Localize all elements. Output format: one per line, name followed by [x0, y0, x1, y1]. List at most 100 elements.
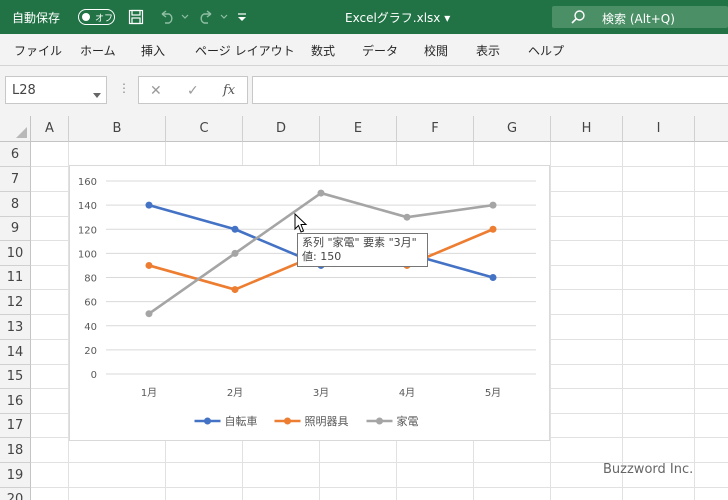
x-tick-label: 3月 [313, 387, 329, 399]
autosave-state: オフ [95, 14, 114, 24]
name-box[interactable]: L28 [5, 76, 107, 104]
tab-home[interactable]: ホーム [80, 42, 116, 59]
column-header[interactable]: G [474, 116, 551, 142]
column-header[interactable]: B [69, 116, 166, 142]
y-tick-label: 20 [84, 346, 97, 357]
row-header[interactable]: 17 [0, 414, 31, 438]
column-header[interactable]: H [551, 116, 623, 142]
legend-marker [204, 417, 211, 425]
redo-icon[interactable] [195, 8, 217, 26]
legend-label: 家電 [397, 414, 419, 428]
tab-formulas[interactable]: 数式 [311, 42, 335, 59]
file-name-text: Excelグラフ.xlsx [345, 11, 441, 25]
row-header[interactable]: 20 [0, 488, 31, 500]
formula-buttons: ✕ ✓ fx [138, 76, 248, 104]
data-point [231, 286, 239, 294]
mouse-cursor-icon [294, 213, 308, 233]
column-header[interactable]: E [320, 116, 397, 142]
data-point [317, 189, 325, 197]
y-tick-label: 0 [91, 370, 97, 381]
row-header[interactable]: 19 [0, 463, 31, 488]
data-point [145, 261, 153, 269]
more-options-icon[interactable]: ⋮ [118, 81, 130, 95]
column-header[interactable] [695, 116, 728, 142]
formula-bar: L28 ⋮ ✕ ✓ fx [0, 66, 728, 116]
autosave-label: 自動保存 [12, 11, 61, 25]
data-point [489, 274, 497, 281]
legend-label: 照明器具 [305, 415, 349, 428]
x-tick-label: 4月 [399, 387, 415, 399]
chevron-down-icon[interactable] [93, 87, 101, 101]
tab-insert[interactable]: 挿入 [141, 42, 165, 59]
formula-input[interactable] [252, 76, 728, 104]
tab-view[interactable]: 表示 [476, 42, 500, 59]
tab-page-layout[interactable]: ページ レイアウト [195, 42, 295, 59]
chart-plot: 0 20 40 60 80 100 120 140 160 1月 2月 3月 4月 5月自転車 照明器具 家電 [78, 177, 536, 428]
column-header[interactable]: C [166, 116, 243, 142]
y-tick-label: 60 [84, 298, 97, 309]
search-box[interactable]: 検索 (Alt+Q) [552, 6, 728, 28]
data-point [489, 201, 497, 209]
save-icon[interactable] [126, 8, 146, 26]
row-header[interactable]: 6 [0, 142, 31, 167]
file-name[interactable]: Excelグラフ.xlsx ▾ [345, 9, 450, 26]
column-header[interactable]: I [623, 116, 695, 142]
title-bar: 自動保存 オフ Excelグラフ.xlsx ▾ 検索 (Alt+Q) [0, 0, 728, 34]
row-header[interactable]: 15 [0, 365, 31, 389]
customize-icon[interactable] [236, 8, 248, 26]
row-header[interactable]: 8 [0, 192, 31, 217]
tooltip-line-2: 値: 150 [302, 250, 342, 263]
row-header[interactable]: 7 [0, 167, 31, 192]
legend-label: 自転車 [225, 414, 258, 428]
undo-dropdown-icon[interactable] [180, 8, 190, 26]
column-header[interactable]: A [31, 116, 69, 142]
tab-help[interactable]: ヘルプ [528, 42, 564, 59]
tab-review[interactable]: 校閲 [424, 42, 448, 59]
y-tick-label: 160 [78, 177, 97, 188]
y-tick-label: 140 [78, 201, 97, 212]
gridline [694, 142, 695, 500]
data-point [231, 249, 239, 257]
y-tick-label: 40 [84, 322, 97, 333]
watermark: Buzzword Inc. [603, 462, 694, 477]
y-tick-label: 120 [78, 225, 97, 236]
tab-data[interactable]: データ [362, 42, 398, 59]
enter-icon[interactable]: ✓ [187, 83, 199, 99]
row-header[interactable]: 18 [0, 438, 31, 463]
select-all-button[interactable] [0, 116, 31, 142]
row-header[interactable]: 12 [0, 290, 31, 315]
tab-file[interactable]: ファイル [14, 42, 62, 59]
row-header[interactable]: 10 [0, 241, 31, 266]
row-header[interactable]: 13 [0, 315, 31, 340]
toggle-knob [82, 13, 90, 21]
legend-marker [284, 417, 291, 425]
line-chart[interactable]: 0 20 40 60 80 100 120 140 160 1月 2月 3月 4月 5月自転車 照明器具 家電 [69, 165, 550, 441]
row-header[interactable]: 14 [0, 340, 31, 365]
redo-dropdown-icon[interactable] [219, 8, 229, 26]
column-header[interactable]: F [397, 116, 474, 142]
file-name-caret: ▾ [444, 11, 451, 25]
x-tick-label: 5月 [485, 387, 501, 399]
column-header[interactable]: D [243, 116, 320, 142]
insert-function-icon[interactable]: fx [223, 83, 235, 98]
y-tick-label: 100 [78, 249, 97, 260]
y-tick-label: 80 [84, 274, 97, 285]
data-point [489, 225, 497, 233]
row-header[interactable]: 11 [0, 266, 31, 290]
undo-icon[interactable] [156, 8, 178, 26]
select-all-triangle [16, 127, 27, 138]
data-point [403, 213, 411, 221]
row-header[interactable]: 9 [0, 217, 31, 241]
autosave-toggle[interactable]: オフ [78, 9, 115, 25]
search-placeholder: 検索 (Alt+Q) [602, 12, 675, 26]
cancel-icon[interactable]: ✕ [150, 83, 162, 99]
ribbon-tabs: ファイル ホーム 挿入 ページ レイアウト 数式 データ 校閲 表示 ヘルプ [0, 34, 728, 66]
x-tick-label: 1月 [141, 387, 157, 399]
data-point [145, 310, 153, 318]
row-header[interactable]: 16 [0, 389, 31, 414]
legend-marker [376, 417, 383, 425]
gridline [622, 142, 623, 500]
tooltip-line-1: 系列 "家電" 要素 "3月" [302, 236, 417, 249]
x-tick-label: 2月 [227, 387, 243, 399]
data-point [231, 225, 239, 233]
